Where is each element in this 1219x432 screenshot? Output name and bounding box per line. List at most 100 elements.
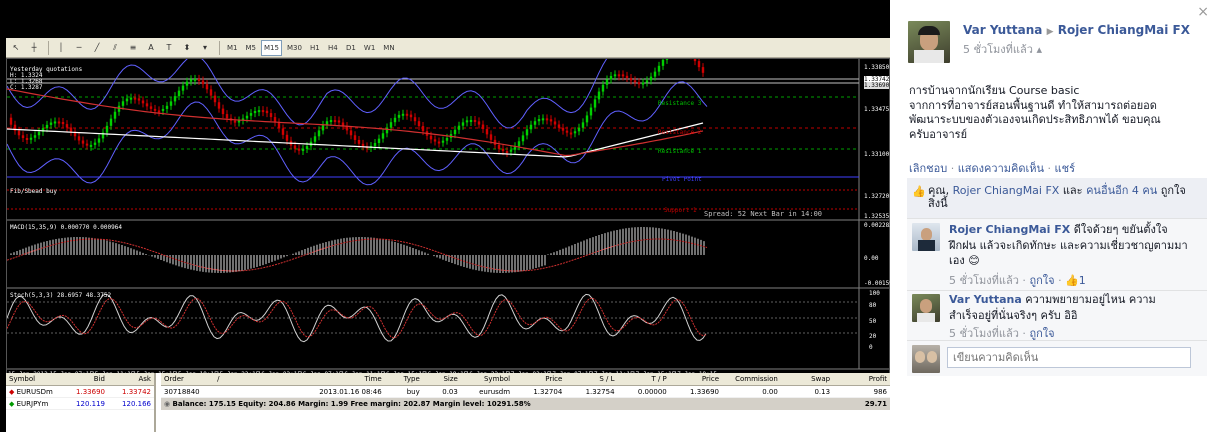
timeframe-d1[interactable]: D1 — [343, 40, 359, 56]
chart-area[interactable]: Yesterday quotations H: 1.3324 L: 1.3268… — [6, 58, 890, 398]
post-time[interactable]: 5 ชั่วโมงที่แล้ว — [963, 43, 1033, 56]
likes-link-others[interactable]: คนอื่นอีก 4 คน — [1086, 184, 1157, 197]
trade-col-header[interactable]: Symbol — [461, 375, 513, 383]
trade-col-header[interactable]: Time — [290, 375, 385, 383]
trade-row[interactable]: 30718840 2013.01.16 08:46 buy 0.03 eurusdm 1.… — [161, 386, 890, 398]
label-tool-icon[interactable]: T — [161, 40, 177, 56]
candle-body — [169, 101, 173, 106]
trade-col-header[interactable]: Size — [423, 375, 461, 383]
likes-prefix: คุณ, — [928, 184, 953, 197]
trade-col-header[interactable]: S / L — [565, 375, 617, 383]
more-tools-icon[interactable]: ▾ — [197, 40, 213, 56]
comment-input[interactable] — [947, 347, 1191, 368]
col-symbol[interactable]: Symbol — [6, 375, 62, 383]
trade-cell: 2013.01.16 08:46 — [319, 387, 382, 396]
timeframe-w1[interactable]: W1 — [361, 40, 378, 56]
target-link[interactable]: Rojer ChiangMai FX — [1058, 23, 1190, 37]
crosshair-tool-icon[interactable]: ┼ — [26, 40, 42, 56]
timeframe-h4[interactable]: H4 — [325, 40, 341, 56]
stoch-axis-label: 80 — [869, 302, 877, 309]
comment-text: ฝึกฝน แล้วจะเกิดทักษะ และความเชี่ยวชาญตา… — [949, 238, 1188, 252]
timeframe-m15[interactable]: M15 — [261, 39, 282, 56]
text-tool-icon[interactable]: A — [143, 40, 159, 56]
author-link[interactable]: Var Yuttana — [963, 23, 1042, 37]
candle-body — [29, 137, 33, 140]
trendline-tool-icon[interactable]: ╱ — [89, 40, 105, 56]
vertical-line-tool-icon[interactable]: │ — [53, 40, 69, 56]
trade-table: Order / Time Type Size Symbol Price S / LT / PP… — [161, 373, 890, 432]
col-bid[interactable]: Bid — [62, 375, 108, 383]
comment-like-link[interactable]: ถูกใจ — [1029, 274, 1054, 287]
trade-col-header[interactable]: Swap — [781, 375, 833, 383]
candle-body — [97, 138, 101, 143]
trade-col-header[interactable]: / — [214, 375, 290, 383]
timeframe-m1[interactable]: M1 — [224, 40, 241, 56]
trade-col-header[interactable]: T / P — [618, 375, 670, 383]
channel-tool-icon[interactable]: ⫽ — [107, 40, 123, 56]
comment-author[interactable]: Rojer ChiangMai FX — [949, 223, 1070, 236]
candle-body — [53, 121, 57, 124]
resistance-2-label: Resistance 2 — [658, 129, 702, 136]
comment-like-count[interactable]: 1 — [1079, 274, 1086, 287]
share-link[interactable]: แชร์ — [1055, 162, 1075, 175]
trade-col-header[interactable]: Order — [161, 375, 214, 383]
market-watch-row[interactable]: ◆ EURUSDm 1.33690 1.33742 — [6, 386, 154, 398]
balance-summary: ◉ Balance: 175.15 Equity: 204.86 Margin:… — [161, 400, 830, 408]
candle-body — [605, 79, 609, 85]
timeframe-mn[interactable]: MN — [380, 40, 397, 56]
balance-icon: ◉ — [164, 400, 171, 408]
candle-body — [701, 67, 705, 73]
candle-body — [21, 135, 25, 139]
candle-body — [389, 122, 393, 128]
trade-col-header[interactable]: Type — [385, 375, 423, 383]
candle-body — [613, 74, 617, 77]
horizontal-line-tool-icon[interactable]: ─ — [71, 40, 87, 56]
candle-body — [145, 103, 149, 107]
post-actions: เลิกชอบ · แสดงความคิดเห็น · แชร์ — [909, 159, 1075, 177]
candle-body — [505, 151, 509, 154]
candle-body — [617, 74, 621, 77]
action-separator: · — [950, 162, 958, 175]
commenter-avatar[interactable] — [912, 223, 940, 251]
unlike-link[interactable]: เลิกชอบ — [909, 162, 947, 175]
comment-time[interactable]: 5 ชั่วโมงที่แล้ว — [949, 327, 1019, 340]
comment-like-link[interactable]: ถูกใจ — [1029, 327, 1054, 340]
comment-link[interactable]: แสดงความคิดเห็น — [958, 162, 1044, 175]
trade-col-header[interactable]: Commission — [722, 375, 781, 383]
candle-body — [233, 120, 237, 123]
candle-body — [501, 148, 505, 152]
candle-body — [637, 82, 641, 85]
down-arrow-icon: ◆ — [9, 387, 15, 396]
timeframe-m5[interactable]: M5 — [243, 40, 260, 56]
timeframe-m30[interactable]: M30 — [284, 40, 305, 56]
author-avatar[interactable] — [908, 21, 950, 63]
post-text: การบ้านจากนักเรียน Course basic จากการที… — [909, 84, 1161, 141]
market-watch-row[interactable]: ◆ EURJPYm 120.119 120.166 — [6, 398, 154, 410]
candle-body — [237, 120, 241, 123]
stoch-axis-label: 20 — [869, 333, 877, 340]
candle-body — [429, 135, 433, 140]
timeframe-h1[interactable]: H1 — [307, 40, 323, 56]
comment-author[interactable]: Var Yuttana — [949, 293, 1022, 306]
macd-axis-label: 0.002283 — [864, 222, 890, 229]
col-ask[interactable]: Ask — [108, 375, 154, 383]
trade-col-header[interactable]: Price — [670, 375, 722, 383]
metatrader-window: ↖ ┼ │ ─ ╱ ⫽ ≡ A T ⬍ ▾ M1 M5 M15 M30 H1 H4 D1 W1… — [6, 38, 890, 432]
my-avatar[interactable] — [912, 345, 940, 373]
cursor-tool-icon[interactable]: ↖ — [8, 40, 24, 56]
close-icon[interactable]: × — [1197, 4, 1209, 20]
trade-col-header[interactable]: Profit — [833, 375, 890, 383]
chart-canvas[interactable] — [7, 59, 889, 382]
arrow-tool-icon[interactable]: ⬍ — [179, 40, 195, 56]
fibonacci-tool-icon[interactable]: ≡ — [125, 40, 141, 56]
candle-body — [561, 127, 565, 131]
likes-link-page[interactable]: Rojer ChiangMai FX — [953, 184, 1060, 197]
commenter-avatar[interactable] — [912, 294, 940, 322]
candle-body — [573, 131, 577, 134]
trade-col-header[interactable]: Price — [513, 375, 565, 383]
facebook-post-panel: × Var Yuttana ▶ Rojer ChiangMai FX 5 ชั่… — [890, 0, 1219, 432]
candle-body — [693, 59, 697, 62]
comment-time[interactable]: 5 ชั่วโมงที่แล้ว — [949, 274, 1019, 287]
candle-body — [353, 135, 357, 140]
candle-body — [633, 80, 637, 83]
